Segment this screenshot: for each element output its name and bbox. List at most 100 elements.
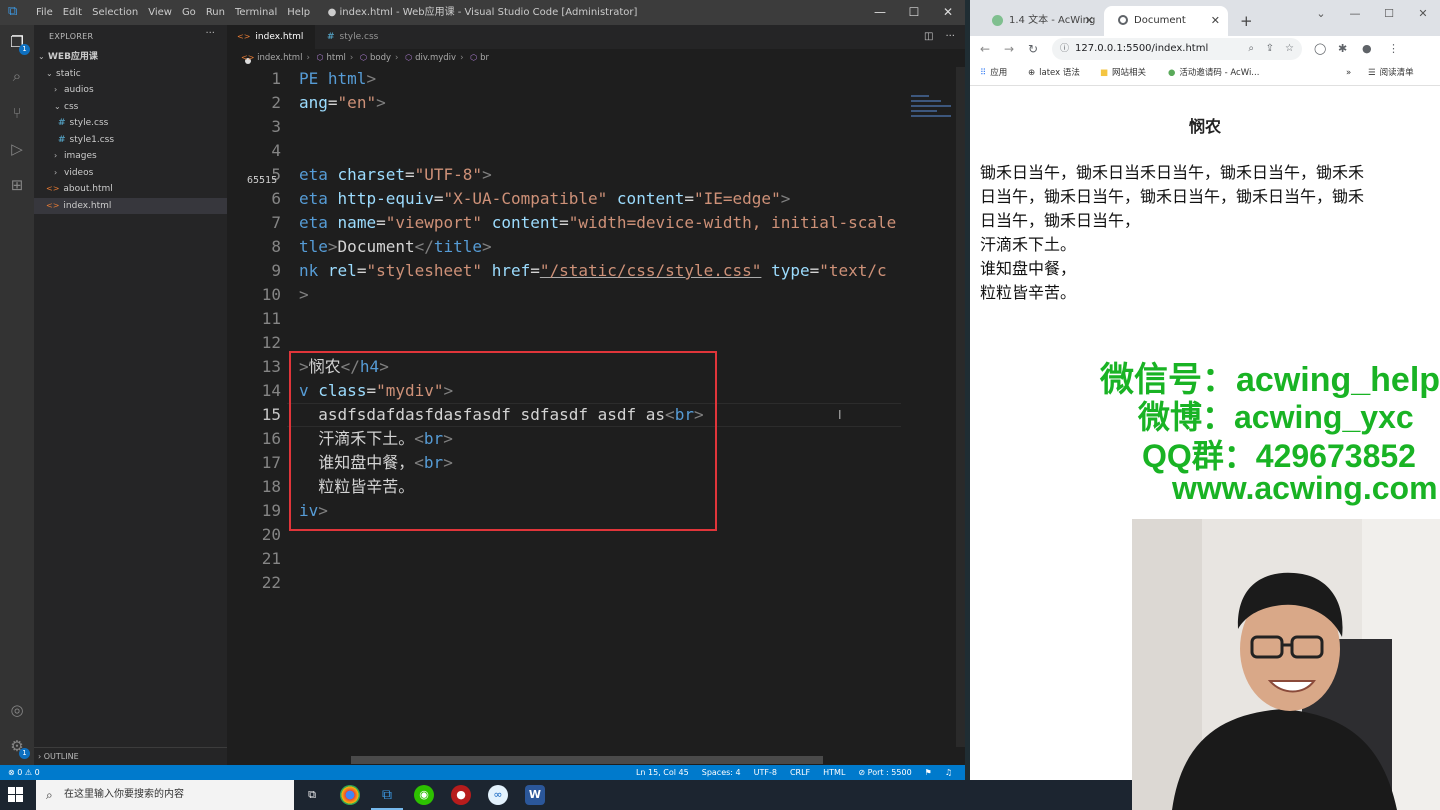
recorder-taskbar-icon[interactable]: ● xyxy=(451,785,471,805)
bookmark-apps[interactable]: ⠿ 应用 xyxy=(980,62,1007,84)
breadcrumb-item[interactable]: index.html xyxy=(257,53,302,63)
maximize-icon[interactable]: ☐ xyxy=(1372,4,1406,24)
bookmark-latex[interactable]: ⊕ latex 语法 xyxy=(1028,62,1080,84)
tree-item-index-html[interactable]: <> index.html xyxy=(34,198,227,214)
close-tab-icon[interactable]: ✕ xyxy=(1211,6,1220,36)
feedback-icon[interactable]: ⚑ xyxy=(925,765,932,780)
bookmarks-overflow-icon[interactable]: » xyxy=(1346,62,1351,84)
back-icon[interactable]: ← xyxy=(980,36,990,62)
language-mode[interactable]: HTML xyxy=(823,765,845,780)
profile-avatar[interactable]: ● xyxy=(1362,36,1372,62)
bookmark-folder[interactable]: ■ 网站相关 xyxy=(1100,62,1146,84)
account-icon[interactable]: ◎ xyxy=(6,699,28,721)
tab-style-css[interactable]: # style.css xyxy=(317,25,401,49)
encoding[interactable]: UTF-8 xyxy=(754,765,777,780)
extension-circle-icon[interactable]: ◯ xyxy=(1314,36,1326,62)
line-number: 17 xyxy=(261,453,281,472)
horizontal-scrollbar[interactable] xyxy=(351,756,823,764)
windows-start-icon[interactable] xyxy=(8,787,24,803)
cursor-position[interactable]: Ln 15, Col 45 xyxy=(636,765,689,780)
word-taskbar-icon[interactable]: W xyxy=(525,785,545,805)
end-of-line[interactable]: CRLF xyxy=(790,765,810,780)
chevron-right-icon: › xyxy=(54,151,58,160)
poem-line: 谁知盘中餐， xyxy=(980,259,1077,278)
tree-item-images[interactable]: › images xyxy=(34,148,227,164)
settings-badge: 1 xyxy=(19,748,30,759)
browser-tab-acwing[interactable]: 1.4 文本 - AcWing ✕ xyxy=(978,6,1102,36)
browser-tab-document[interactable]: Document ✕ xyxy=(1104,6,1228,36)
minimize-icon[interactable]: — xyxy=(863,0,897,25)
more-actions-icon[interactable]: ··· xyxy=(205,28,215,39)
breadcrumb-item[interactable]: div.mydiv xyxy=(415,53,456,63)
reading-list[interactable]: ☰ 阅读清单 xyxy=(1368,62,1414,84)
breadcrumb-item[interactable]: body xyxy=(370,53,391,63)
run-debug-icon[interactable]: ▷ xyxy=(6,138,28,160)
explorer-root[interactable]: ⌄ WEB应用课 xyxy=(34,49,227,65)
forward-icon[interactable]: → xyxy=(1004,36,1014,62)
css-file-icon: # xyxy=(58,135,66,145)
tree-item-about-html[interactable]: <> about.html xyxy=(34,181,227,197)
poem-div: 锄禾日当午，锄禾日当禾日当午，锄禾日当午，锄禾禾 日当午，锄禾日当午，锄禾日当午… xyxy=(980,161,1432,305)
more-actions-icon[interactable]: ··· xyxy=(945,25,955,49)
close-icon[interactable]: ✕ xyxy=(931,0,965,25)
info-icon[interactable]: ⓘ xyxy=(1060,44,1069,54)
tree-item-style-css[interactable]: # style.css xyxy=(34,115,227,131)
tab-label: style.css xyxy=(339,32,379,42)
wechat-taskbar-icon[interactable]: ◉ xyxy=(414,785,434,805)
task-view-icon[interactable]: ⧉ xyxy=(302,785,322,805)
vertical-scrollbar[interactable] xyxy=(956,67,965,747)
close-icon[interactable]: ✕ xyxy=(1406,4,1440,24)
extensions-puzzle-icon[interactable]: ✱ xyxy=(1338,36,1347,62)
code-line-7: eta name="viewport" content="width=devic… xyxy=(299,213,897,232)
line-number: 19 xyxy=(261,501,281,520)
settings-gear-icon[interactable]: ⚙ 1 xyxy=(6,735,30,759)
bookmark-acwing[interactable]: ● 活动邀请码 - AcWi... xyxy=(1168,62,1259,84)
chrome-taskbar-icon[interactable] xyxy=(340,785,360,805)
search-icon[interactable]: ⌕ xyxy=(6,65,28,87)
explorer-header: EXPLORER xyxy=(49,32,94,41)
more-menu-icon[interactable]: ⋮ xyxy=(1388,36,1399,62)
line-number: 13 xyxy=(261,357,281,376)
bookmark-label: 应用 xyxy=(990,68,1008,78)
notifications-bell-icon[interactable]: ♫ xyxy=(945,765,952,780)
extensions-icon[interactable]: ⊞ xyxy=(6,174,28,196)
breadcrumb-item[interactable]: br xyxy=(480,53,489,63)
tree-item-style1-css[interactable]: # style1.css xyxy=(34,132,227,148)
tree-item-static[interactable]: ⌄ static xyxy=(34,66,227,82)
reload-icon[interactable]: ↻ xyxy=(1028,36,1038,62)
explorer-icon[interactable]: ❐ 1 xyxy=(6,31,30,55)
bookmark-label: latex 语法 xyxy=(1039,68,1080,78)
taskbar-search-box[interactable]: ⌕ 在这里输入你要搜索的内容 xyxy=(36,780,294,810)
tree-item-label: style.css xyxy=(69,118,109,128)
tab-index-html[interactable]: <> index.html xyxy=(227,25,315,64)
bookmark-star-icon[interactable]: ☆ xyxy=(1285,38,1294,60)
source-control-icon[interactable]: ⑂ xyxy=(6,102,28,124)
indentation[interactable]: Spaces: 4 xyxy=(702,765,741,780)
vscode-taskbar-icon[interactable]: ⧉ xyxy=(371,785,403,810)
line-number: 16 xyxy=(261,429,281,448)
share-icon[interactable]: ⇪ xyxy=(1266,38,1274,60)
minimap[interactable] xyxy=(903,67,953,767)
line-number: 14 xyxy=(261,381,281,400)
problems-indicator[interactable]: ⊗ 0 ⚠ 0 xyxy=(8,765,40,780)
highlight-box xyxy=(289,351,717,531)
tab-search-chevron-down-icon[interactable]: ⌄ xyxy=(1304,4,1338,24)
new-tab-icon[interactable]: + xyxy=(1240,6,1253,36)
tree-item-videos[interactable]: › videos xyxy=(34,165,227,181)
minimize-icon[interactable]: — xyxy=(1338,4,1372,24)
outline-section[interactable]: › OUTLINE xyxy=(34,747,227,765)
address-bar[interactable]: ⓘ 127.0.0.1:5500/index.html ⌕ ⇪ ☆ xyxy=(1052,38,1302,60)
tree-item-css[interactable]: ⌄ css xyxy=(34,99,227,115)
split-editor-icon[interactable]: ◫ xyxy=(924,25,933,49)
line-number: 10 xyxy=(261,285,281,304)
tree-item-audios[interactable]: › audios xyxy=(34,82,227,98)
activity-bar: ❐ 1 ⌕ ⑂ ▷ ⊞ ◎ ⚙ 1 xyxy=(0,25,34,765)
close-tab-icon[interactable]: ✕ xyxy=(1085,6,1094,36)
meeting-taskbar-icon[interactable]: ∞ xyxy=(488,785,508,805)
zoom-icon[interactable]: ⌕ xyxy=(1248,38,1254,60)
breadcrumb-item[interactable]: html xyxy=(327,53,346,63)
breadcrumb: <> index.html › ⬡ html › ⬡ body › ⬡ div.mydiv ›… xyxy=(241,53,490,63)
maximize-icon[interactable]: ☐ xyxy=(897,0,931,25)
live-server-port[interactable]: ⊘ Port : 5500 xyxy=(858,765,911,780)
chevron-right-icon: › xyxy=(54,168,58,177)
